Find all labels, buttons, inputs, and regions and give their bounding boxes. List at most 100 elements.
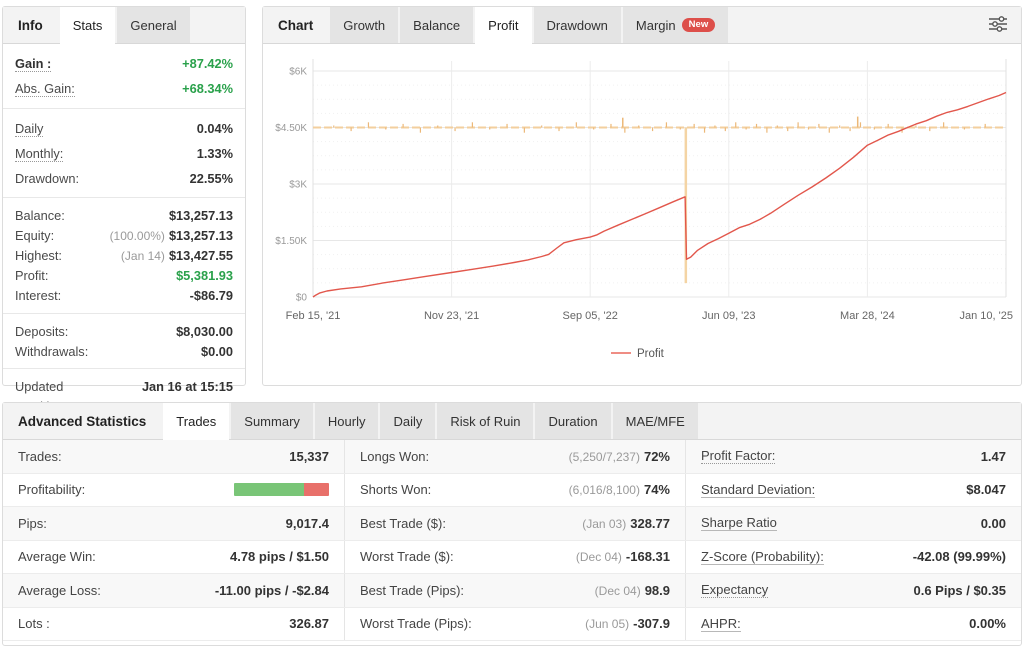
tab-drawdown[interactable]: Drawdown xyxy=(534,7,621,43)
stat-value: 1.33% xyxy=(197,146,233,161)
chart-panel-tabbar: ChartGrowthBalanceProfitDrawdownMarginNe… xyxy=(263,7,1021,44)
table-value-prefix: (Dec 04) xyxy=(595,584,641,598)
stat-value-text: 0.04% xyxy=(197,121,233,136)
stats-panel-body: Gain :+87.42%Abs. Gain:+68.34%Daily0.04%… xyxy=(3,44,245,424)
table-cell-label: Average Loss: xyxy=(18,583,101,598)
table-cell-worst-trade-pips: Worst Trade (Pips):(Jun 05)-307.9 xyxy=(344,608,685,641)
new-badge: New xyxy=(682,18,716,32)
x-axis-label: Jan 10, '25 xyxy=(960,310,1013,322)
table-value-text: -11.00 pips / -$2.84 xyxy=(215,583,329,598)
table-cell-longs-won: Longs Won:(5,250/7,237)72% xyxy=(344,440,685,473)
table-value-text: 72% xyxy=(644,449,670,464)
stat-value: $8,030.00 xyxy=(176,324,233,339)
account-stats-panel: InfoStatsGeneral Gain :+87.42%Abs. Gain:… xyxy=(2,6,246,386)
tab-margin[interactable]: MarginNew xyxy=(623,7,728,43)
x-axis-label: Jun 09, '23 xyxy=(702,310,755,322)
stat-value: +87.42% xyxy=(182,56,233,71)
table-cell-value: 9,017.4 xyxy=(286,516,329,531)
table-value-prefix: (5,250/7,237) xyxy=(569,450,640,464)
stat-value: Jan 16 at 15:15 xyxy=(142,379,233,394)
x-axis-label: Mar 28, '24 xyxy=(840,310,895,322)
stat-value: $0.00 xyxy=(201,344,233,359)
table-value-text: 4.78 pips / $1.50 xyxy=(230,549,329,564)
y-axis-label: $0 xyxy=(296,293,308,304)
table-cell-label: Average Win: xyxy=(18,549,96,564)
stat-label: Withdrawals: xyxy=(15,344,88,359)
stat-row-profit: Profit:$5,381.93 xyxy=(3,266,245,286)
chart-panel: ChartGrowthBalanceProfitDrawdownMarginNe… xyxy=(262,6,1022,386)
table-cell-shorts-won: Shorts Won: (6,016/8,100) 74% xyxy=(344,474,685,507)
tab-balance[interactable]: Balance xyxy=(400,7,473,43)
stats-panel-tabbar: InfoStatsGeneral xyxy=(3,7,245,44)
table-cell-average-win: Average Win: 4.78 pips / $1.50 xyxy=(3,541,344,574)
stat-value: +68.34% xyxy=(182,81,233,96)
chart-settings-icon[interactable] xyxy=(988,15,1009,36)
tab-risk-of-ruin[interactable]: Risk of Ruin xyxy=(437,403,533,439)
tab-profit[interactable]: Profit xyxy=(475,7,531,44)
stat-value-text: +87.42% xyxy=(182,56,233,71)
table-cell-value: (6,016/8,100) 74% xyxy=(569,482,670,497)
stat-label: Drawdown: xyxy=(15,171,79,186)
table-row: Average Loss:-11.00 pips / -$2.84Best Tr… xyxy=(3,574,1021,608)
tab-stats[interactable]: Stats xyxy=(60,7,116,44)
stat-label: Abs. Gain: xyxy=(15,81,75,97)
stat-value: 22.55% xyxy=(190,171,233,186)
profit-chart-svg: $0$1.50K$3K$4.50K$6KFeb 15, '21Nov 23, '… xyxy=(263,47,1021,387)
tab-duration[interactable]: Duration xyxy=(535,403,610,439)
table-cell-label: Profitability: xyxy=(18,482,85,497)
table-row: Trades:15,337Longs Won:(5,250/7,237)72%P… xyxy=(3,440,1021,474)
stat-value-text: Jan 16 at 15:15 xyxy=(142,379,233,394)
tab-hourly[interactable]: Hourly xyxy=(315,403,379,439)
stat-value-text: $13,427.55 xyxy=(169,248,233,263)
profit-line-series xyxy=(313,93,1006,298)
table-cell-label: Pips: xyxy=(18,516,47,531)
table-value-text: 74% xyxy=(644,482,670,497)
table-value-text: 98.9 xyxy=(645,583,670,598)
stat-label: Deposits: xyxy=(15,324,68,339)
table-cell-best-trade-pips: Best Trade (Pips):(Dec 04)98.9 xyxy=(344,574,685,607)
table-cell-label: Expectancy xyxy=(701,582,768,598)
stat-value: $13,257.13 xyxy=(169,208,233,223)
table-cell-value: $8.047 xyxy=(966,482,1006,497)
stat-value-text: 22.55% xyxy=(190,171,233,186)
table-cell-value: 0.6 Pips / $0.35 xyxy=(913,583,1006,598)
stat-label: Highest: xyxy=(15,248,62,263)
stat-value-text: $5,381.93 xyxy=(176,268,233,283)
table-cell-value: 326.87 xyxy=(289,616,329,631)
x-axis-label: Feb 15, '21 xyxy=(286,310,341,322)
stat-row-abs-gain: Abs. Gain: +68.34% xyxy=(3,76,245,101)
tab-growth[interactable]: Growth xyxy=(330,7,398,43)
table-row: Lots : 326.87 Worst Trade (Pips):(Jun 05)-… xyxy=(3,608,1021,642)
stat-value-text: $0.00 xyxy=(201,344,233,359)
y-axis-label: $6K xyxy=(289,67,307,78)
table-cell-z-score-probability: Z-Score (Probability):-42.08 (99.99%) xyxy=(685,541,1021,574)
table-cell-label: Shorts Won: xyxy=(360,482,431,497)
table-value-text: -168.31 xyxy=(626,549,670,564)
table-value-text: 9,017.4 xyxy=(286,516,329,531)
chart-panel-title: Chart xyxy=(263,7,328,43)
y-axis-label: $1.50K xyxy=(275,236,307,247)
stat-row-gain: Gain :+87.42% xyxy=(3,51,245,76)
stat-label: Monthly: xyxy=(15,146,63,162)
stat-value: 0.04% xyxy=(197,121,233,136)
tab-summary[interactable]: Summary xyxy=(231,403,313,439)
table-value-prefix: (6,016/8,100) xyxy=(569,483,640,497)
profit-chart: $0$1.50K$3K$4.50K$6KFeb 15, '21Nov 23, '… xyxy=(263,44,1021,390)
legend-label: Profit xyxy=(637,348,665,360)
table-cell-value: 1.47 xyxy=(981,449,1006,464)
table-cell-label: Lots : xyxy=(18,616,50,631)
x-axis-label: Sep 05, '22 xyxy=(563,310,618,322)
stats-panel-title: Info xyxy=(3,7,58,43)
table-cell-label: Worst Trade (Pips): xyxy=(360,616,472,631)
table-cell-pips: Pips: 9,017.4 xyxy=(3,507,344,540)
tab-mae-mfe[interactable]: MAE/MFE xyxy=(613,403,698,439)
stats-section: Gain :+87.42% Abs. Gain: +68.34% xyxy=(3,44,245,109)
table-value-text: 1.47 xyxy=(981,449,1006,464)
stat-value-text: -$86.79 xyxy=(190,288,233,303)
table-cell-ahpr: AHPR:0.00% xyxy=(685,608,1021,641)
stat-row-deposits: Deposits: $8,030.00 xyxy=(3,321,245,341)
tab-general[interactable]: General xyxy=(117,7,189,43)
tab-daily[interactable]: Daily xyxy=(380,403,435,439)
tab-trades[interactable]: Trades xyxy=(163,403,229,440)
table-cell-worst-trade: Worst Trade ($):(Dec 04)-168.31 xyxy=(344,541,685,574)
